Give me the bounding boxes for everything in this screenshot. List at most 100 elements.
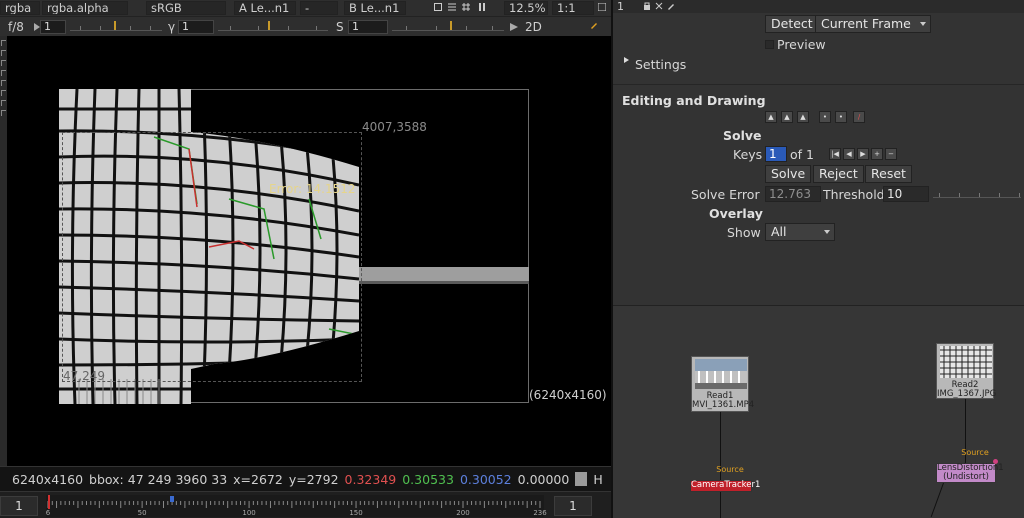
tool-icon[interactable] (1, 80, 6, 86)
select-tool-icon[interactable]: ▲ (765, 111, 777, 123)
viewer-canvas[interactable]: 4007,3588 Error: 14.1512 47,249 (6240x41… (7, 36, 611, 466)
add-tool-icon[interactable]: ▲ (781, 111, 793, 123)
grid-icon[interactable] (462, 3, 470, 11)
viewer-toolbar-top: rgba rgba.alpha sRGB A Le...n1 - B Le...… (0, 0, 611, 16)
remove-tool-icon[interactable]: ▲ (797, 111, 809, 123)
info-x: x=2672 (233, 471, 283, 487)
info-red: 0.32349 (344, 471, 397, 487)
detect-button[interactable]: Detect (765, 15, 819, 33)
pause-icon[interactable] (478, 3, 486, 11)
show-label: Show (727, 225, 761, 240)
gamma-slider[interactable] (218, 19, 328, 31)
mask-input-dot[interactable] (993, 459, 998, 464)
node-count[interactable]: 1 (617, 0, 624, 13)
channels-dropdown[interactable]: rgba (0, 1, 40, 15)
read1-node[interactable]: Read1 MVI_1361.MP4 (691, 356, 755, 412)
detect-mode-dropdown[interactable]: Current Frame (815, 15, 931, 33)
read2-file: IMG_1367.JPG (937, 389, 997, 399)
close-icon[interactable] (655, 2, 663, 10)
input-a-dropdown[interactable]: A Le...n1 (234, 1, 296, 15)
timeline-start-frame[interactable]: 1 (0, 496, 38, 516)
zoom-dropdown[interactable]: 12.5% (504, 1, 548, 15)
reject-button[interactable]: Reject (813, 165, 864, 183)
remove-key-icon[interactable]: − (885, 148, 897, 160)
pen-icon[interactable] (667, 2, 675, 10)
source-pipe-label: Source (961, 448, 989, 457)
preview-label: Preview (777, 37, 826, 52)
info-h[interactable]: H (593, 472, 602, 487)
tool-icon[interactable] (1, 60, 6, 66)
keys-of-label: of 1 (790, 147, 814, 162)
threshold-slider[interactable] (933, 186, 1021, 198)
gain-slider[interactable] (70, 19, 162, 31)
detect-mode-value: Current Frame (821, 16, 911, 31)
node-graph[interactable]: Read1 MVI_1361.MP4 Source CameraTracker1… (613, 305, 1024, 518)
compare-mode-dropdown[interactable]: - (300, 1, 338, 15)
timeline-tick-label: 6 (45, 509, 51, 517)
show-dropdown[interactable]: All (765, 223, 835, 241)
fullscreen-icon[interactable] (598, 3, 606, 11)
first-key-icon[interactable]: |◀ (829, 148, 841, 160)
s-slider[interactable] (392, 19, 504, 31)
view-mode-dropdown[interactable]: 2D (520, 20, 576, 34)
view-mode-arrow-icon (510, 23, 518, 31)
settings-expand-icon[interactable] (624, 57, 629, 63)
alpha-channel-dropdown[interactable]: rgba.alpha (42, 1, 128, 15)
read1-thumbnail (695, 359, 747, 389)
gamma-label: γ (168, 20, 176, 34)
tool-icon[interactable] (1, 110, 6, 116)
prev-key-icon[interactable]: ◀ (843, 148, 855, 160)
fstop-label[interactable]: f/8 (8, 20, 24, 34)
reset-button[interactable]: Reset (865, 165, 912, 183)
s-input[interactable]: 1 (348, 20, 388, 34)
solve-button[interactable]: Solve (765, 165, 812, 183)
tool-icon[interactable] (1, 90, 6, 96)
settings-label[interactable]: Settings (635, 57, 686, 72)
gamma-input[interactable]: 1 (178, 20, 214, 34)
source-pipe-label: Source (716, 465, 744, 474)
tool-icon[interactable] (1, 70, 6, 76)
read2-node[interactable]: Read2 IMG_1367.JPG (936, 343, 997, 399)
viewer-panel: rgba rgba.alpha sRGB A Le...n1 - B Le...… (0, 0, 611, 518)
keys-input[interactable]: 1 (765, 146, 787, 162)
keys-label: Keys (733, 147, 763, 162)
error-overlay-label: Error: 14.1512 (269, 182, 356, 196)
paint-icon[interactable] (590, 21, 598, 29)
solve-error-label: Solve Error (691, 187, 760, 202)
delete-point-icon[interactable]: / (853, 111, 865, 123)
camera-tracker-node[interactable]: CameraTracker1 (690, 480, 760, 492)
timeline-labels: 6 50 100 150 200 236 (45, 495, 547, 517)
next-key-icon[interactable]: ▶ (857, 148, 869, 160)
divider-line (613, 84, 1024, 85)
gain-input[interactable]: 1 (40, 20, 66, 34)
tracker-output-edge (720, 492, 721, 518)
info-bbox: bbox: 47 249 3960 33 (89, 471, 228, 487)
properties-header: 1 (613, 0, 1024, 13)
tool-icon[interactable] (1, 40, 6, 46)
tool-icon[interactable] (1, 50, 6, 56)
input-b-dropdown[interactable]: B Le...n1 (344, 1, 406, 15)
roi-icon[interactable] (434, 3, 442, 11)
editing-heading: Editing and Drawing (622, 93, 766, 108)
timeline-tick-label: 236 (533, 509, 547, 517)
timeline-end-frame[interactable]: 1 (554, 496, 592, 516)
lens-distortion-node[interactable]: LensDistortion1 (Undistort) (936, 463, 1004, 483)
overlay-heading: Overlay (709, 206, 763, 221)
add-point-icon[interactable]: • (819, 111, 831, 123)
bbox-origin-label: 47,249 (63, 369, 105, 383)
bbox-rectangle (62, 132, 362, 382)
colorspace-dropdown[interactable]: sRGB (146, 1, 226, 15)
move-point-icon[interactable]: • (835, 111, 847, 123)
color-swatch (575, 472, 588, 486)
preview-checkbox[interactable] (765, 40, 774, 49)
lock-icon[interactable] (643, 2, 651, 10)
threshold-input[interactable]: 10 (883, 186, 929, 202)
solve-heading: Solve (723, 128, 762, 143)
solve-error-value: 12.763 (765, 186, 821, 202)
format-resolution-label: (6240x4160) (529, 388, 607, 402)
list-icon[interactable] (448, 3, 456, 11)
tool-icon[interactable] (1, 100, 6, 106)
add-key-icon[interactable]: + (871, 148, 883, 160)
proxy-dropdown[interactable]: 1:1 (552, 1, 594, 15)
read1-file: MVI_1361.MP4 (692, 400, 755, 410)
